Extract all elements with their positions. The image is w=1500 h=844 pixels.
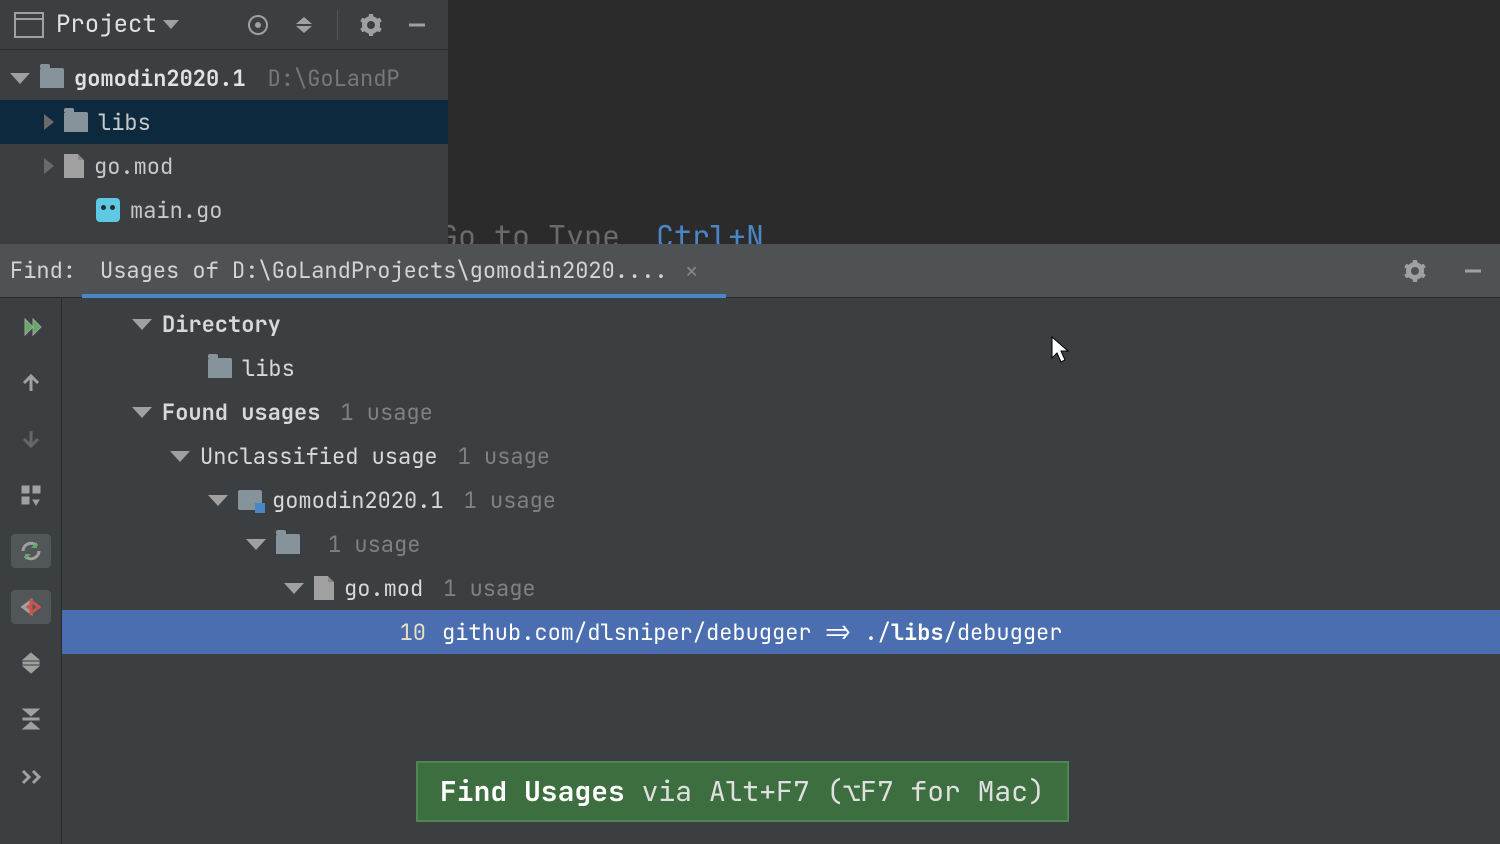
module-name: gomodin2020.1 bbox=[272, 486, 444, 515]
directory-item-label: libs bbox=[242, 354, 295, 383]
file-icon bbox=[64, 154, 84, 178]
result-directory-heading[interactable]: Directory bbox=[62, 302, 1500, 346]
result-found-heading[interactable]: Found usages 1 usage bbox=[62, 390, 1500, 434]
chevron-down-icon[interactable] bbox=[208, 495, 228, 506]
chevron-down-icon[interactable] bbox=[132, 407, 152, 418]
minimize-icon[interactable] bbox=[400, 8, 434, 42]
down-arrow-icon[interactable] bbox=[11, 422, 51, 456]
tree-item-libs[interactable]: libs bbox=[0, 100, 448, 144]
minimize-icon[interactable] bbox=[1456, 254, 1490, 288]
go-file-icon bbox=[96, 198, 120, 222]
directory-heading-label: Directory bbox=[162, 310, 281, 339]
find-tab-title: Usages of D:\GoLandProjects\gomodin2020.… bbox=[100, 256, 668, 285]
find-tool-window: Find: Usages of D:\GoLandProjects\gomodi… bbox=[0, 244, 1500, 844]
folder-icon bbox=[40, 68, 64, 88]
project-root-name: gomodin2020.1 bbox=[74, 64, 246, 93]
tree-item-label: main.go bbox=[130, 196, 222, 225]
up-arrow-icon[interactable] bbox=[11, 366, 51, 400]
tree-item-maingo[interactable]: main.go bbox=[0, 188, 448, 232]
expand-all-icon[interactable] bbox=[11, 646, 51, 680]
file-icon bbox=[314, 576, 334, 600]
module-count: 1 usage bbox=[464, 486, 556, 515]
refresh-red-icon[interactable] bbox=[11, 590, 51, 624]
toolbar-divider bbox=[337, 10, 338, 40]
result-unclassified[interactable]: Unclassified usage 1 usage bbox=[62, 434, 1500, 478]
project-toolbar: Project bbox=[0, 0, 448, 50]
result-file[interactable]: go.mod 1 usage bbox=[62, 566, 1500, 610]
project-view-icon[interactable] bbox=[14, 12, 44, 38]
find-header: Find: Usages of D:\GoLandProjects\gomodi… bbox=[0, 244, 1500, 298]
folder-count: 1 usage bbox=[328, 530, 420, 559]
chevron-down-icon[interactable] bbox=[284, 583, 304, 594]
usage-line-number: 10 bbox=[386, 618, 426, 647]
group-icon[interactable] bbox=[11, 478, 51, 512]
find-header-label: Find: bbox=[10, 256, 76, 285]
chevron-down-icon[interactable] bbox=[246, 539, 266, 550]
unclassified-count: 1 usage bbox=[458, 442, 550, 471]
chevron-right-icon[interactable] bbox=[44, 158, 54, 174]
tree-item-label: go.mod bbox=[94, 152, 173, 181]
found-count: 1 usage bbox=[340, 398, 432, 427]
file-count: 1 usage bbox=[443, 574, 535, 603]
tree-item-label: libs bbox=[98, 108, 151, 137]
collapse-all-icon[interactable] bbox=[287, 8, 321, 42]
result-usage-line[interactable]: 10 github.com/dlsniper/debugger => ./lib… bbox=[62, 610, 1500, 654]
refresh-green-icon[interactable] bbox=[11, 534, 51, 568]
collapse-all-icon[interactable] bbox=[11, 702, 51, 736]
unclassified-label: Unclassified usage bbox=[200, 442, 438, 471]
folder-icon bbox=[276, 534, 300, 554]
folder-icon bbox=[64, 112, 88, 132]
tip-text: via Alt+F7 (⌥F7 for Mac) bbox=[642, 773, 1045, 810]
usage-suffix: /debugger bbox=[944, 618, 1063, 647]
locate-icon[interactable] bbox=[241, 8, 275, 42]
project-root[interactable]: gomodin2020.1 D:\GoLandP bbox=[0, 56, 448, 100]
module-folder-icon bbox=[238, 490, 262, 510]
result-folder[interactable]: 1 usage bbox=[62, 522, 1500, 566]
more-icon[interactable] bbox=[11, 758, 51, 792]
project-tree: gomodin2020.1 D:\GoLandP libs go.mod mai… bbox=[0, 50, 448, 232]
usage-highlight: libs bbox=[891, 618, 944, 647]
find-gutter bbox=[0, 298, 62, 844]
usage-prefix: github.com/dlsniper/debugger => ./ bbox=[442, 618, 891, 647]
find-tab[interactable]: Usages of D:\GoLandProjects\gomodin2020.… bbox=[100, 244, 708, 297]
project-tool-window: Project gomodin2020.1 D:\GoLandP libs bbox=[0, 0, 448, 244]
gear-icon[interactable] bbox=[1398, 254, 1432, 288]
chevron-down-icon bbox=[163, 20, 179, 29]
file-name: go.mod bbox=[344, 574, 423, 603]
chevron-down-icon[interactable] bbox=[10, 73, 30, 84]
chevron-right-icon[interactable] bbox=[44, 114, 54, 130]
project-root-path: D:\GoLandP bbox=[268, 64, 400, 93]
chevron-down-icon[interactable] bbox=[132, 319, 152, 330]
tip-bold: Find Usages bbox=[440, 773, 625, 810]
result-directory-item[interactable]: libs bbox=[62, 346, 1500, 390]
gear-icon[interactable] bbox=[354, 8, 388, 42]
folder-icon bbox=[208, 358, 232, 378]
result-module[interactable]: gomodin2020.1 1 usage bbox=[62, 478, 1500, 522]
close-tab-icon[interactable]: ✕ bbox=[682, 254, 702, 288]
rerun-icon[interactable] bbox=[11, 310, 51, 344]
chevron-down-icon[interactable] bbox=[170, 451, 190, 462]
found-heading-label: Found usages bbox=[162, 398, 320, 427]
hint-tooltip: Find Usages via Alt+F7 (⌥F7 for Mac) bbox=[416, 761, 1069, 822]
tree-item-gomod[interactable]: go.mod bbox=[0, 144, 448, 188]
project-view-title: Project bbox=[56, 9, 157, 40]
project-view-select[interactable]: Project bbox=[56, 9, 179, 40]
